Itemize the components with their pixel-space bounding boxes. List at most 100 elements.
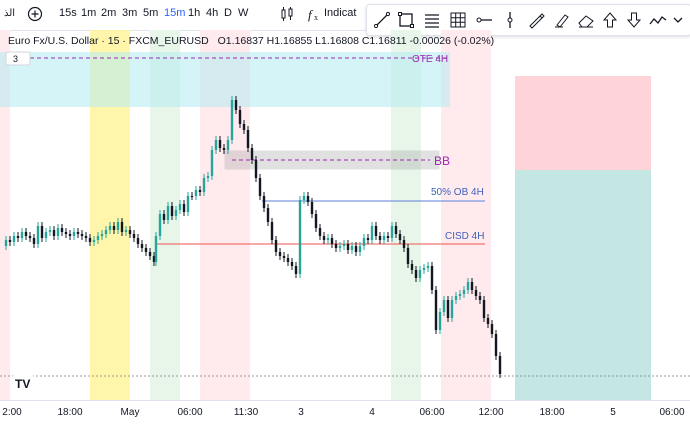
candle-body bbox=[226, 140, 230, 150]
time-label: 4 bbox=[369, 407, 375, 418]
stop-loss-zone[interactable] bbox=[515, 76, 651, 170]
candle-body bbox=[330, 238, 334, 244]
candle-body bbox=[144, 248, 148, 252]
candle-body bbox=[342, 244, 346, 246]
indicators-button[interactable]: Indicat bbox=[324, 7, 356, 19]
candle-body bbox=[80, 234, 84, 236]
candle-body bbox=[174, 210, 178, 216]
path-icon[interactable] bbox=[649, 11, 667, 29]
candle-body bbox=[374, 226, 378, 236]
eraser-icon[interactable] bbox=[577, 11, 595, 29]
candle-body bbox=[474, 290, 478, 296]
candle-body bbox=[24, 232, 28, 236]
candle-body bbox=[128, 230, 132, 234]
line-tool-icon[interactable] bbox=[373, 11, 391, 29]
arrow-down-icon[interactable] bbox=[625, 11, 643, 29]
timeframe-1h[interactable]: 1h bbox=[188, 7, 200, 19]
candle-body bbox=[12, 236, 16, 242]
price-chart[interactable]: OTE 4H 3 BB 50% OB 4H CISD 4H TV bbox=[0, 30, 690, 400]
candle-body bbox=[60, 228, 64, 232]
candle-body bbox=[294, 266, 298, 274]
candle-body bbox=[194, 190, 198, 196]
candles-chart-type-icon[interactable] bbox=[278, 5, 296, 23]
candle-body bbox=[298, 200, 302, 274]
tradingview-logo: TV bbox=[12, 375, 34, 391]
candle-body bbox=[190, 196, 194, 197]
candle-body bbox=[306, 196, 310, 202]
candle-body bbox=[162, 214, 166, 220]
timeframe-4h[interactable]: 4h bbox=[206, 7, 218, 19]
horizontal-ray-icon[interactable] bbox=[475, 11, 493, 29]
candle-body bbox=[386, 236, 390, 238]
timeframe-5m[interactable]: 5m bbox=[143, 7, 158, 19]
candle-body bbox=[170, 206, 174, 216]
candle-body bbox=[96, 236, 100, 240]
candle-body bbox=[254, 160, 258, 178]
timeframe-D[interactable]: D bbox=[224, 7, 232, 19]
timeframe-15s[interactable]: 15s bbox=[59, 7, 77, 19]
timeframe-1m[interactable]: 1m bbox=[81, 7, 96, 19]
fib-tool-icon[interactable] bbox=[423, 11, 441, 29]
candle-body bbox=[482, 300, 486, 318]
candle-body bbox=[238, 110, 242, 124]
svg-text:x: x bbox=[314, 13, 318, 22]
candle-body bbox=[4, 240, 8, 246]
add-symbol-icon[interactable] bbox=[26, 5, 44, 23]
grid-tool-icon[interactable] bbox=[449, 11, 467, 29]
candle-body bbox=[450, 300, 454, 318]
candle-body bbox=[214, 140, 218, 150]
candle-body bbox=[20, 232, 24, 238]
candle-body bbox=[182, 204, 186, 212]
candle-body bbox=[302, 196, 306, 200]
candle-body bbox=[290, 262, 294, 266]
more-icon[interactable] bbox=[671, 11, 685, 29]
candle-body bbox=[198, 190, 202, 192]
candle-body bbox=[72, 232, 76, 236]
svg-text:TV: TV bbox=[15, 377, 30, 391]
brush-icon[interactable] bbox=[527, 11, 545, 29]
candle-body bbox=[362, 238, 366, 246]
time-label: 06:00 bbox=[659, 407, 685, 418]
candle-body bbox=[16, 236, 20, 238]
highlighter-icon[interactable] bbox=[553, 11, 571, 29]
candle-body bbox=[148, 252, 152, 256]
candle-body bbox=[286, 258, 290, 262]
timeframe-W[interactable]: W bbox=[238, 7, 248, 19]
vertical-line-icon[interactable] bbox=[501, 11, 519, 29]
symbol-title[interactable]: Euro Fx/U.S. Dollar · 15 · FXCM_EURUSD bbox=[8, 35, 209, 47]
candle-body bbox=[210, 150, 214, 176]
candle-body bbox=[494, 334, 498, 356]
timeframe-2m[interactable]: 2m bbox=[101, 7, 116, 19]
arrow-up-icon[interactable] bbox=[601, 11, 619, 29]
candle-body bbox=[406, 248, 410, 264]
candle-body bbox=[338, 246, 342, 248]
chart-legend: Euro Fx/U.S. Dollar · 15 · FXCM_EURUSD O… bbox=[8, 35, 494, 47]
candle-body bbox=[490, 324, 494, 334]
candle-body bbox=[44, 232, 48, 238]
rectangle-tool-icon[interactable] bbox=[397, 11, 415, 29]
candle-body bbox=[438, 312, 442, 330]
candle-body bbox=[242, 124, 246, 130]
time-label: 06:00 bbox=[177, 407, 203, 418]
candle-body bbox=[414, 270, 418, 278]
candle-body bbox=[246, 130, 250, 148]
candle-body bbox=[52, 230, 56, 236]
candle-body bbox=[418, 270, 422, 278]
candle-body bbox=[426, 266, 430, 268]
candle-body bbox=[282, 256, 286, 258]
candle-body bbox=[234, 100, 238, 110]
candle-body bbox=[366, 238, 370, 240]
take-profit-zone[interactable] bbox=[515, 170, 651, 400]
candle-body bbox=[434, 290, 438, 330]
candle-body bbox=[92, 240, 96, 242]
candle-body bbox=[28, 236, 32, 238]
time-label: 3 bbox=[298, 407, 304, 418]
symbol-search[interactable]: الذ bbox=[4, 8, 15, 19]
candle-body bbox=[186, 196, 190, 212]
indicators-icon[interactable]: f x bbox=[306, 5, 324, 23]
timeframe-15m[interactable]: 15m bbox=[164, 7, 185, 19]
candle-body bbox=[278, 252, 282, 256]
ote-box[interactable] bbox=[0, 52, 450, 107]
timeframe-3m[interactable]: 3m bbox=[122, 7, 137, 19]
time-axis[interactable]: 2:00 18:00 May 06:00 11:30 3 4 06:00 12:00 18:00 5… bbox=[0, 400, 690, 427]
